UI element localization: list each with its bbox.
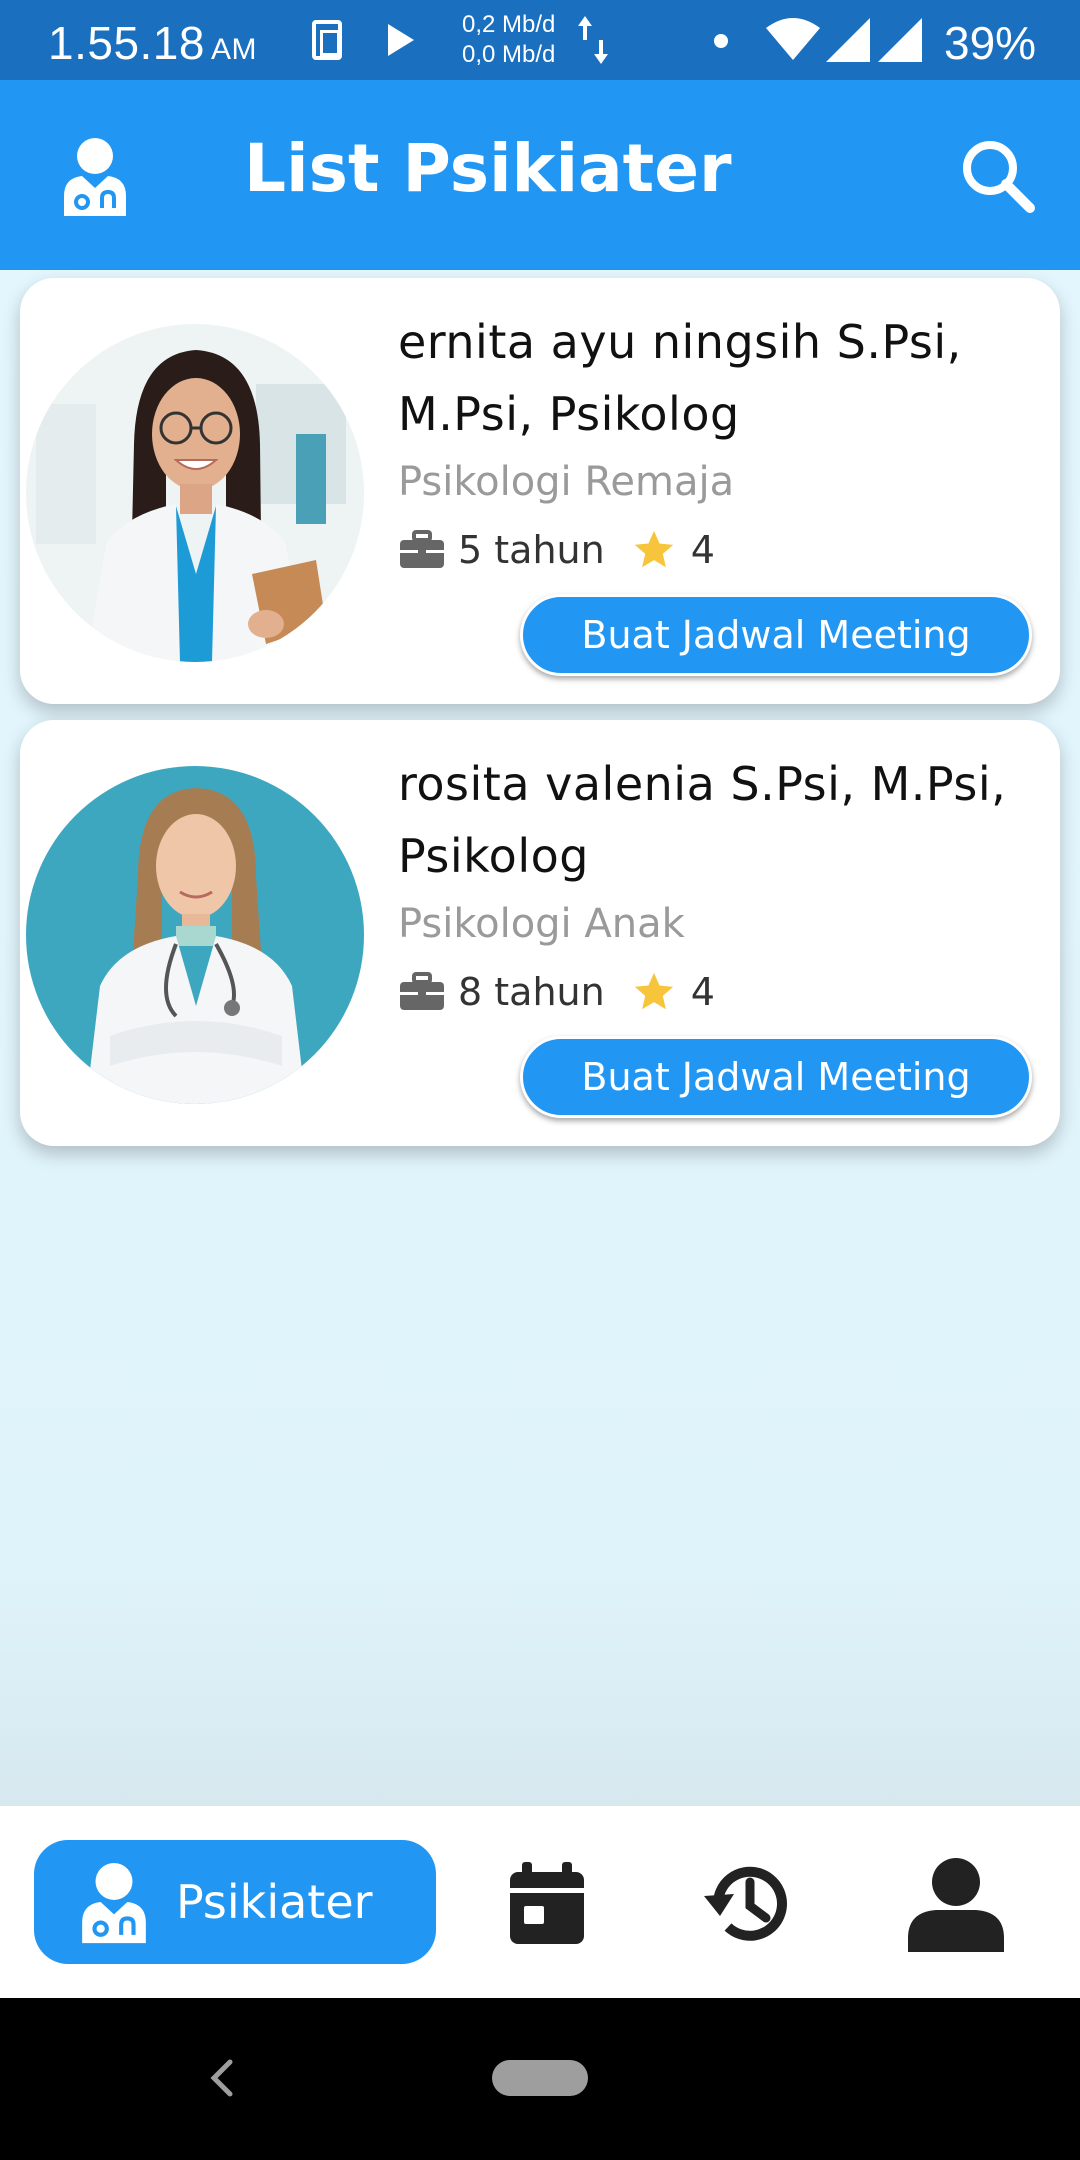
- briefcase-icon: [400, 972, 444, 1010]
- psychiatrist-meta: 5 tahun 4: [398, 522, 1048, 578]
- psychiatrist-info: ernita ayu ningsih S.Psi, M.Psi, Psikolo…: [398, 306, 1048, 578]
- psychiatrist-specialty: Psikologi Anak: [398, 901, 685, 947]
- rating-value: 4: [690, 970, 715, 1014]
- signal-2-icon: [878, 18, 922, 62]
- app-bar: List Psikiater: [0, 80, 1080, 270]
- person-icon[interactable]: [906, 1856, 1006, 1952]
- status-ampm: AM: [210, 33, 257, 66]
- status-time: 1.55.18 AM: [48, 17, 257, 69]
- briefcase-icon: [400, 530, 444, 568]
- psychiatrist-name: ernita ayu ningsih S.Psi, M.Psi, Psikolo…: [398, 315, 962, 441]
- back-icon[interactable]: [204, 2056, 240, 2100]
- nav-item-label: Psikiater: [176, 1875, 373, 1929]
- psychiatrist-card[interactable]: ernita ayu ningsih S.Psi, M.Psi, Psikolo…: [20, 278, 1060, 704]
- battery-level: 39%: [944, 17, 1037, 69]
- psychiatrist-specialty: Psikologi Remaja: [398, 459, 735, 505]
- speed-down: 0,0 Mb/d: [462, 41, 556, 68]
- doctor-icon: [64, 138, 126, 216]
- network-speed: 0,2 Mb/d 0,0 Mb/d: [462, 10, 555, 70]
- psychiatrist-list: ernita ayu ningsih S.Psi, M.Psi, Psikolo…: [0, 270, 1080, 1806]
- psychiatrist-info: rosita valenia S.Psi, M.Psi, Psikolog Ps…: [398, 748, 1048, 1020]
- play-icon: [388, 24, 414, 56]
- notification-dot-icon: [714, 34, 728, 48]
- star-icon: [634, 530, 673, 568]
- doctor-icon: [82, 1862, 146, 1944]
- signal-icon: [826, 18, 870, 62]
- star-icon: [634, 972, 673, 1010]
- avatar: [26, 766, 364, 1104]
- avatar: [26, 324, 364, 662]
- page-title: List Psikiater: [244, 130, 732, 207]
- experience-label: 8 tahun: [458, 970, 605, 1014]
- history-icon[interactable]: [700, 1856, 796, 1952]
- search-icon[interactable]: [958, 136, 1038, 216]
- wifi-icon: [766, 18, 820, 60]
- data-arrows-icon: [578, 16, 608, 64]
- schedule-meeting-button[interactable]: Buat Jadwal Meeting: [520, 594, 1032, 676]
- nav-item-psikiater[interactable]: Psikiater: [34, 1840, 436, 1964]
- home-pill-button[interactable]: [492, 2060, 588, 2096]
- psychiatrist-meta: 8 tahun 4: [398, 964, 1048, 1020]
- rating-value: 4: [690, 528, 715, 572]
- bottom-nav: Psikiater: [0, 1806, 1080, 1998]
- schedule-meeting-button[interactable]: Buat Jadwal Meeting: [520, 1036, 1032, 1118]
- experience-label: 5 tahun: [458, 528, 605, 572]
- psychiatrist-name: rosita valenia S.Psi, M.Psi, Psikolog: [398, 757, 1007, 883]
- speed-up: 0,2 Mb/d: [462, 11, 556, 38]
- psychiatrist-card[interactable]: rosita valenia S.Psi, M.Psi, Psikolog Ps…: [20, 720, 1060, 1146]
- status-bar: 1.55.18 AM 0,2 Mb/d 0,0 Mb/d 39%: [0, 0, 1080, 80]
- app-notification-icon: [312, 20, 342, 60]
- system-navigation-bar: [0, 1998, 1080, 2160]
- calendar-icon[interactable]: [508, 1862, 586, 1946]
